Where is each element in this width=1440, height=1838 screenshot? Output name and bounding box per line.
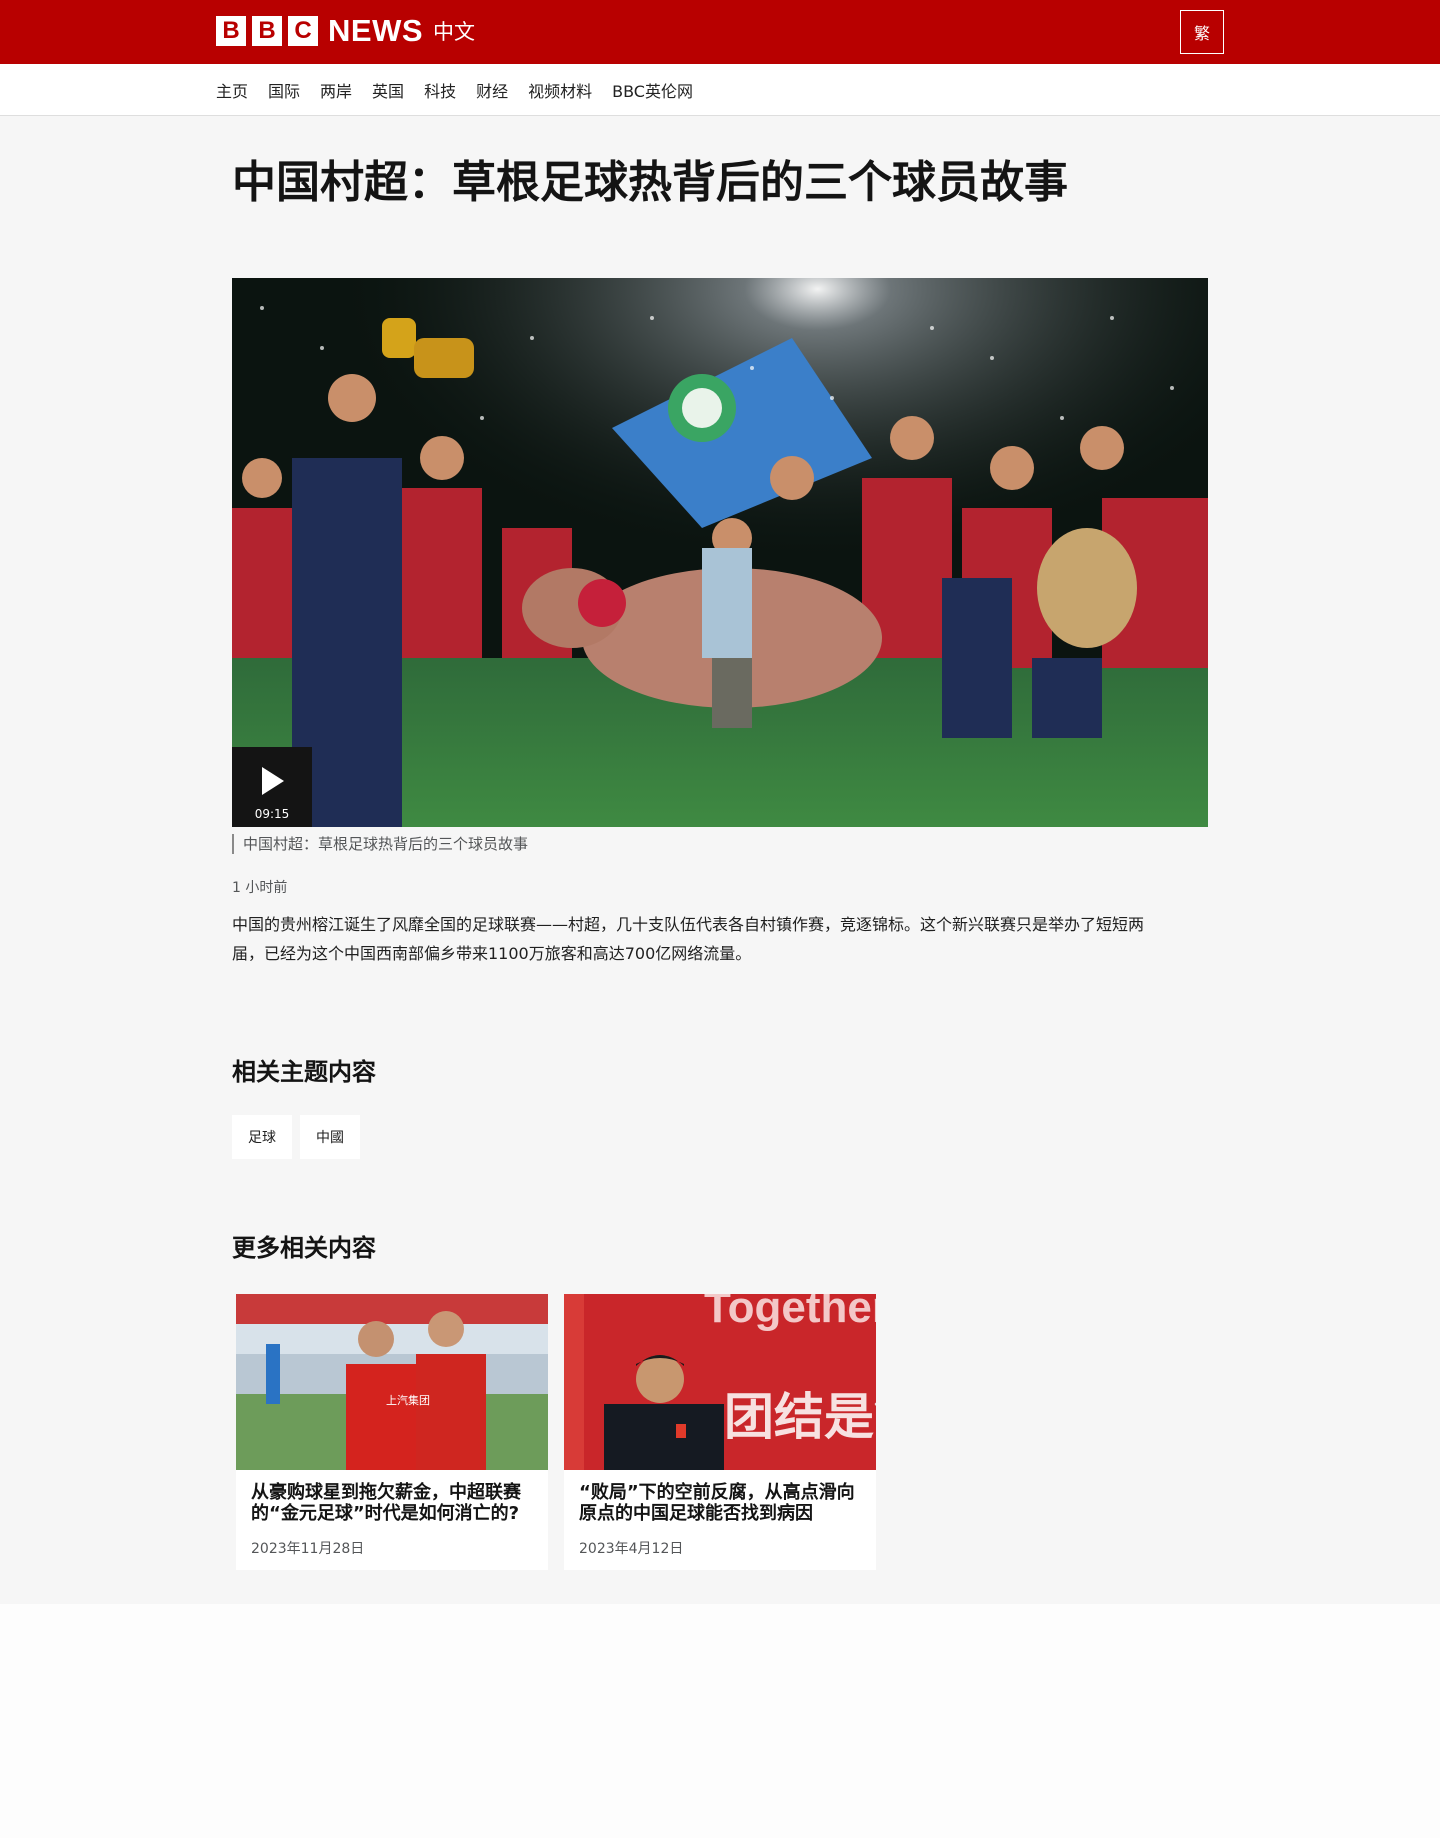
related-card[interactable]: Together 团结是铁 “败局”下的空前反腐，从高点滑向原点的中国足球能否找… [564, 1294, 876, 1570]
related-cards-list: 上汽集团 从豪购球星到拖欠薪金，中超联赛的“金元足球”时代是如何消亡的? 202… [236, 1294, 892, 1570]
nav-item-uk[interactable]: 英国 [372, 78, 404, 102]
hero-video-thumbnail [232, 278, 1208, 827]
logo-letter-b1: B [216, 16, 246, 46]
related-card-date: 2023年11月28日 [251, 1541, 365, 1557]
svg-text:上汽集团: 上汽集团 [386, 1393, 430, 1407]
hero-video[interactable]: 09:15 [232, 278, 1208, 827]
article-summary: 中国的贵州榕江诞生了风靡全国的足球联赛——村超，几十支队伍代表各自村镇作赛，竞逐… [232, 915, 1145, 963]
play-video-button[interactable]: 09:15 [232, 747, 312, 827]
related-card-image: 上汽集团 [236, 1294, 548, 1470]
logo-news-text: NEWS [328, 13, 423, 48]
video-duration: 09:15 [254, 807, 290, 821]
nav-item-bbc-uk-china[interactable]: BBC英伦网 [612, 78, 693, 102]
tag-football[interactable]: 足球 [232, 1115, 292, 1159]
navigation-bar: 主页 国际 两岸 英国 科技 财经 视频材料 BBC英伦网 [0, 64, 1440, 116]
article-timestamp: 1 小时前 [232, 880, 288, 896]
nav-list: 主页 国际 两岸 英国 科技 财经 视频材料 BBC英伦网 [216, 64, 713, 116]
traditional-chinese-toggle-button[interactable]: 繁 [1180, 10, 1224, 54]
svg-text:Together: Together [704, 1294, 876, 1332]
more-related-heading: 更多相关内容 [232, 1234, 376, 1262]
nav-item-video[interactable]: 视频材料 [528, 78, 592, 102]
related-card-date: 2023年4月12日 [579, 1541, 684, 1557]
nav-item-international[interactable]: 国际 [268, 78, 300, 102]
play-icon [262, 767, 284, 795]
tag-china[interactable]: 中國 [300, 1115, 360, 1159]
nav-item-business[interactable]: 财经 [476, 78, 508, 102]
nav-item-cross-strait[interactable]: 两岸 [320, 78, 352, 102]
nav-item-home[interactable]: 主页 [216, 78, 248, 102]
logo-letter-c: C [288, 16, 318, 46]
related-card-title[interactable]: “败局”下的空前反腐，从高点滑向原点的中国足球能否找到病因 [579, 1482, 863, 1524]
logo-letter-b2: B [252, 16, 282, 46]
nav-item-tech[interactable]: 科技 [424, 78, 456, 102]
video-caption: 中国村超：草根足球热背后的三个球员故事 [232, 834, 528, 854]
related-card-title[interactable]: 从豪购球星到拖欠薪金，中超联赛的“金元足球”时代是如何消亡的? [251, 1482, 535, 1524]
related-card[interactable]: 上汽集团 从豪购球星到拖欠薪金，中超联赛的“金元足球”时代是如何消亡的? 202… [236, 1294, 548, 1570]
related-topics-tags: 足球 中國 [232, 1115, 368, 1159]
article-headline: 中国村超：草根足球热背后的三个球员故事 [232, 157, 1068, 208]
bbc-news-logo[interactable]: B B C NEWS 中文 [216, 13, 475, 48]
main-content: 中国村超：草根足球热背后的三个球员故事 09:15 中国村超：草根足球热背后的三… [0, 116, 1440, 1604]
top-header-bar: B B C NEWS 中文 繁 [0, 0, 1440, 64]
svg-text:团结是铁: 团结是铁 [724, 1388, 876, 1446]
logo-chinese-text: 中文 [433, 20, 475, 44]
related-card-image: Together 团结是铁 [564, 1294, 876, 1470]
related-topics-heading: 相关主题内容 [232, 1058, 376, 1086]
